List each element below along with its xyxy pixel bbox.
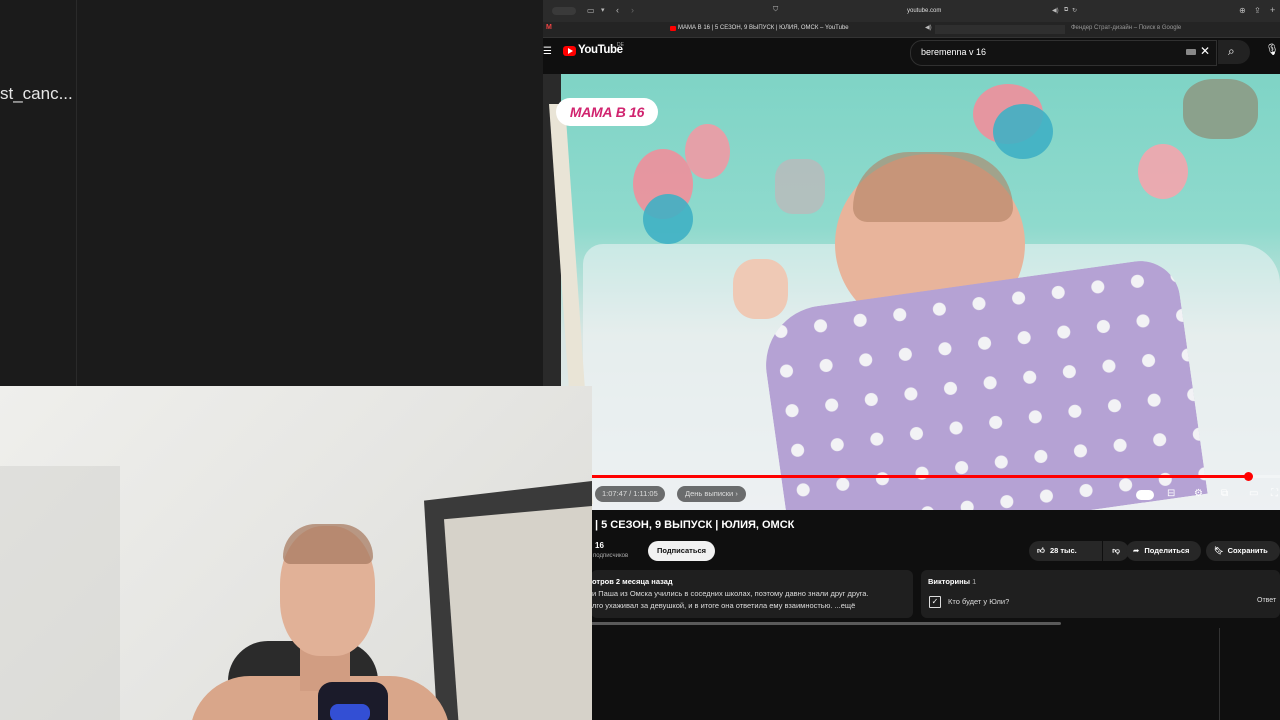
youtube-logo-text[interactable]: YouTube bbox=[578, 44, 623, 56]
baby-hand bbox=[733, 259, 788, 319]
baby-hair bbox=[853, 152, 1013, 222]
tab-audio-icon[interactable]: ◀) bbox=[925, 24, 932, 31]
chevron-right-icon: › bbox=[735, 489, 738, 498]
person-hair bbox=[283, 524, 373, 564]
tab-youtube[interactable]: МАМА В 16 | 5 СЕЗОН, 9 ВЫПУСК | ЮЛИЯ, ОМ… bbox=[678, 25, 849, 31]
sidebar-icon[interactable]: ▭ bbox=[587, 6, 595, 15]
horizontal-scrollbar[interactable] bbox=[591, 622, 1061, 625]
balloon bbox=[643, 194, 693, 244]
keyboard-icon[interactable] bbox=[1186, 49, 1196, 55]
settings-gear-icon[interactable]: ⚙ bbox=[1194, 488, 1203, 499]
search-button[interactable]: ⌕ bbox=[1218, 40, 1250, 64]
forward-icon[interactable]: › bbox=[631, 5, 634, 15]
region-code: DE bbox=[617, 42, 624, 48]
back-icon[interactable]: ‹ bbox=[616, 5, 619, 15]
gmail-tab-icon[interactable]: M bbox=[546, 24, 552, 31]
like-button[interactable]: 👍︎ 28 тыс. bbox=[1029, 541, 1102, 561]
door bbox=[444, 506, 592, 720]
thumbs-up-icon: 👍︎ bbox=[1037, 546, 1045, 555]
play-triangle-icon bbox=[568, 48, 573, 54]
description-line[interactable]: лго ухаживал за девушкой, и в итоге она … bbox=[592, 601, 855, 610]
channel-name[interactable]: 16 bbox=[595, 541, 604, 550]
clear-search-icon[interactable]: ✕ bbox=[1200, 44, 1210, 58]
quiz-title-label: Викторины bbox=[928, 577, 971, 586]
quiz-title: Викторины 1 bbox=[928, 577, 976, 586]
autoplay-toggle[interactable] bbox=[1136, 490, 1154, 500]
column-divider bbox=[1219, 628, 1220, 720]
description-line: и Паша из Омска учились в соседних школа… bbox=[592, 589, 869, 598]
show-logo-text: МАМА В 16 bbox=[569, 104, 645, 120]
traffic-lights[interactable] bbox=[552, 7, 576, 15]
quiz-count: 1 bbox=[972, 577, 977, 586]
chapter-label: День выписки bbox=[685, 489, 734, 498]
webcam-overlay bbox=[0, 386, 592, 720]
tab-google[interactable]: Фендер Страт-дизайн – Поиск в Google bbox=[1071, 25, 1181, 31]
translate-icon[interactable]: ⧉ bbox=[1064, 7, 1068, 14]
shield-icon: ⛉ bbox=[773, 6, 779, 13]
download-icon[interactable]: ⊕ bbox=[1239, 6, 1246, 15]
wall-shadow bbox=[0, 466, 120, 720]
reload-icon[interactable]: ↻ bbox=[1072, 7, 1077, 14]
chapter-button[interactable]: День выписки › bbox=[677, 486, 746, 502]
bookmark-icon: 🔖︎ bbox=[1214, 546, 1224, 555]
view-date-meta: отров 2 месяца назад bbox=[592, 577, 673, 586]
browser-window: ▭ ▾ ‹ › ⛉ youtube.com ◀) ⧉ ↻ ⊕ ⇪ + M МАМ… bbox=[543, 0, 1280, 720]
thumbs-down-icon: 👎︎ bbox=[1112, 546, 1120, 555]
theater-mode-icon[interactable]: ▭ bbox=[1249, 488, 1258, 499]
save-button[interactable]: 🔖︎ Сохранить bbox=[1206, 541, 1280, 561]
new-tab-icon[interactable]: + bbox=[1270, 5, 1275, 15]
search-box[interactable] bbox=[910, 40, 1217, 66]
search-input[interactable] bbox=[919, 46, 1163, 58]
checkbox-icon[interactable]: ✓ bbox=[929, 596, 941, 608]
search-icon: ⌕ bbox=[1228, 44, 1235, 58]
browser-toolbar: ▭ ▾ ‹ › ⛉ youtube.com ◀) ⧉ ↻ ⊕ ⇪ + bbox=[543, 0, 1280, 22]
microphone-icon[interactable]: 🎙 bbox=[1265, 43, 1279, 56]
url-field[interactable]: youtube.com bbox=[907, 8, 941, 14]
subscribe-button[interactable]: Подписаться bbox=[648, 541, 715, 561]
quiz-answer-button[interactable]: Ответ bbox=[1257, 597, 1276, 604]
share-arrow-icon: ➦ bbox=[1133, 546, 1140, 555]
balloon bbox=[993, 104, 1053, 159]
video-player[interactable]: МАМА В 16 bbox=[543, 74, 1280, 510]
share-icon[interactable]: ⇪ bbox=[1254, 6, 1261, 15]
left-editor-pane bbox=[0, 0, 543, 386]
balloon bbox=[685, 124, 730, 179]
balloon bbox=[1138, 144, 1188, 199]
progress-scrubber[interactable] bbox=[1244, 472, 1253, 481]
tab-bar: M МАМА В 16 | 5 СЕЗОН, 9 ВЫПУСК | ЮЛИЯ, … bbox=[543, 22, 1280, 38]
youtube-favicon bbox=[670, 26, 676, 31]
tab-empty[interactable] bbox=[935, 25, 1065, 34]
video-title: | 5 СЕЗОН, 9 ВЫПУСК | ЮЛИЯ, ОМСК bbox=[595, 519, 795, 531]
audio-icon[interactable]: ◀) bbox=[1052, 7, 1059, 14]
subtitles-icon[interactable]: ⊟ bbox=[1167, 488, 1175, 499]
fullscreen-icon[interactable]: ⛶ bbox=[1271, 488, 1278, 499]
elephant-print bbox=[1183, 79, 1258, 139]
cat-print bbox=[775, 159, 825, 214]
miniplayer-icon[interactable]: ⧉ bbox=[1221, 488, 1228, 499]
hamburger-menu-icon[interactable]: ☰ bbox=[543, 46, 552, 57]
share-label: Поделиться bbox=[1144, 546, 1190, 555]
left-pane-text: st_canc... bbox=[0, 84, 73, 103]
time-display: 1:07:47 / 1:11:05 bbox=[595, 486, 665, 502]
like-count: 28 тыс. bbox=[1049, 546, 1077, 555]
quiz-question[interactable]: Кто будет у Юли? bbox=[948, 597, 1009, 606]
microphone-light bbox=[330, 704, 370, 720]
subscriber-count: подписчиков bbox=[593, 553, 629, 559]
chevron-down-icon[interactable]: ▾ bbox=[601, 6, 605, 14]
save-label: Сохранить bbox=[1227, 546, 1268, 555]
share-button[interactable]: ➦ Поделиться bbox=[1126, 541, 1201, 561]
progress-fill[interactable] bbox=[592, 475, 1248, 478]
pane-divider bbox=[76, 0, 77, 386]
